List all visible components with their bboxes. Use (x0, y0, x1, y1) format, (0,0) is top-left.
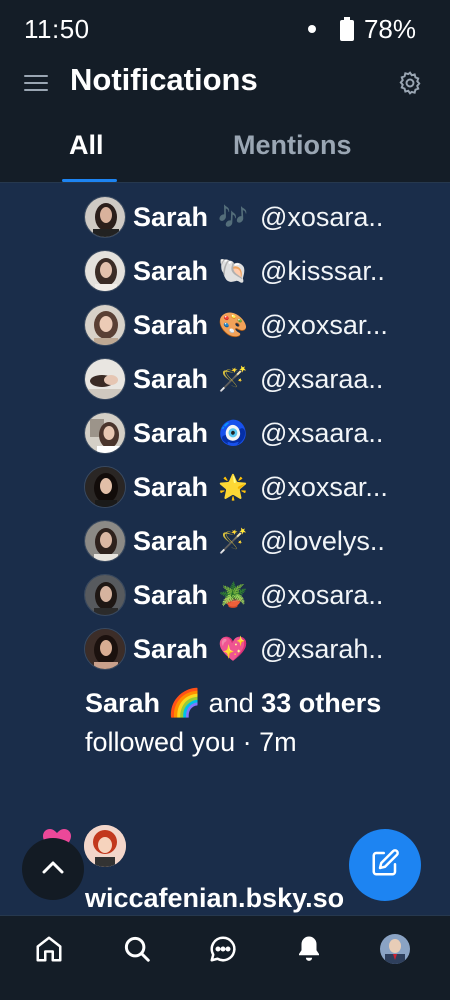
follower-handle: @kisssar.. (259, 255, 385, 286)
avatar[interactable] (84, 825, 126, 867)
page-title: Notifications (70, 62, 258, 97)
follower-emoji: 🎨 (218, 311, 248, 339)
profile-avatar[interactable] (380, 934, 410, 964)
avatar[interactable] (84, 358, 126, 400)
notification-dot-icon (307, 25, 316, 33)
follower-row[interactable]: Sarah 💖 @xsarah.. (84, 627, 450, 671)
gear-icon[interactable] (397, 70, 423, 96)
gesture-bar (0, 985, 450, 1000)
summary-name[interactable]: Sarah 🌈 (85, 688, 201, 718)
follower-name: Sarah (133, 525, 209, 556)
notification-handle[interactable]: wiccafenian.bsky.so (85, 883, 344, 914)
follower-handle: @xsaara.. (259, 417, 384, 448)
follower-emoji: 🪄 (218, 365, 248, 393)
avatar[interactable] (84, 628, 126, 670)
header: Notifications All Mentions (0, 58, 450, 183)
follower-name: Sarah (133, 201, 209, 232)
scroll-to-top-button[interactable] (22, 838, 84, 900)
follower-emoji: 💖 (218, 635, 248, 663)
bell-icon[interactable] (294, 934, 324, 964)
follower-row[interactable]: Sarah 🎶 @xosara.. (84, 195, 450, 239)
avatar[interactable] (84, 520, 126, 562)
home-icon[interactable] (34, 934, 64, 964)
follower-row[interactable]: Sarah 🪄 @xsaraa.. (84, 357, 450, 401)
chevron-up-icon (42, 860, 64, 879)
summary-others[interactable]: others (299, 688, 382, 718)
follower-name: Sarah (133, 417, 209, 448)
tab-bar: All Mentions (0, 118, 450, 183)
follower-name: Sarah (133, 579, 209, 610)
follower-handle: @xsarah.. (259, 633, 384, 664)
follower-handle: @lovelys.. (259, 525, 385, 556)
status-time: 11:50 (24, 13, 90, 44)
follower-row[interactable]: Sarah 🧿 @xsaara.. (84, 411, 450, 455)
follower-handle: @xoxsar... (259, 309, 388, 340)
follow-summary[interactable]: Sarah 🌈 and 33 others followed you · 7m (85, 684, 435, 762)
summary-and: and (201, 688, 262, 718)
avatar[interactable] (84, 304, 126, 346)
search-icon[interactable] (122, 934, 152, 964)
compose-button[interactable] (349, 829, 421, 901)
chat-icon[interactable] (208, 934, 238, 964)
follower-row[interactable]: Sarah 🌟 @xoxsar... (84, 465, 450, 509)
avatar[interactable] (84, 412, 126, 454)
follower-emoji: 🧿 (218, 419, 248, 447)
battery-icon (339, 17, 354, 41)
summary-action: followed you · 7m (85, 727, 297, 757)
follower-name: Sarah (133, 633, 209, 664)
follower-handle: @xoxsar... (259, 471, 388, 502)
status-bar: 11:50 78% (0, 0, 450, 58)
summary-count: 33 (261, 688, 292, 718)
status-indicators: 78% (307, 13, 416, 45)
follower-emoji: 🎶 (218, 203, 248, 231)
bottom-nav (0, 915, 450, 985)
avatar[interactable] (84, 466, 126, 508)
header-row: Notifications (0, 58, 450, 108)
avatar[interactable] (84, 196, 126, 238)
follower-emoji: 🪄 (218, 527, 248, 555)
follower-name: Sarah (133, 363, 209, 394)
follower-handle: @xsaraa.. (259, 363, 384, 394)
pencil-square-icon (370, 848, 400, 883)
avatar[interactable] (84, 574, 126, 616)
follower-row[interactable]: Sarah 🪴 @xosara.. (84, 573, 450, 617)
avatar[interactable] (84, 250, 126, 292)
follower-name: Sarah (133, 255, 209, 286)
hamburger-icon[interactable] (24, 72, 48, 94)
follower-row[interactable]: Sarah 🪄 @lovelys.. (84, 519, 450, 563)
follower-row[interactable]: Sarah 🐚 @kisssar.. (84, 249, 450, 293)
follower-name: Sarah (133, 309, 209, 340)
follower-emoji: 🐚 (218, 257, 248, 285)
follower-name: Sarah (133, 471, 209, 502)
battery-percent: 78% (363, 13, 416, 44)
follower-emoji: 🌟 (218, 473, 248, 501)
tab-active-indicator (62, 179, 117, 182)
follower-handle: @xosara.. (259, 579, 384, 610)
tab-mentions[interactable]: Mentions (233, 130, 352, 161)
follower-handle: @xosara.. (259, 201, 384, 232)
follower-emoji: 🪴 (218, 581, 248, 609)
follower-row[interactable]: Sarah 🎨 @xoxsar... (84, 303, 450, 347)
tab-all[interactable]: All (69, 130, 104, 161)
